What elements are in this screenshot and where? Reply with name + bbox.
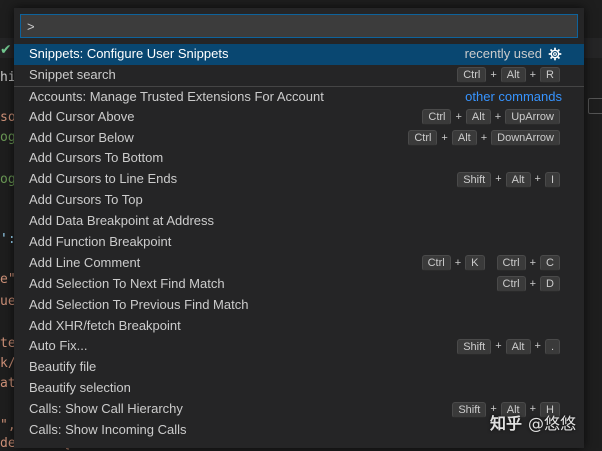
keybinding-key: Ctrl (421, 255, 451, 272)
keybinding-key: Alt (465, 109, 491, 126)
keybinding-key: Alt (451, 130, 477, 146)
command-item[interactable]: Beautify selection (14, 378, 584, 399)
command-item[interactable]: Add Selection To Next Find Match Ctrl + D (14, 274, 584, 295)
command-input[interactable] (21, 15, 577, 37)
watermark: 知乎 @悠悠 (490, 410, 576, 434)
keybinding-key: Ctrl (408, 130, 438, 146)
command-label: Calls: Show Call Hierarchy (29, 401, 183, 417)
command-item[interactable]: Add Cursors To Bottom (14, 148, 584, 169)
key-separator: + (454, 256, 462, 269)
command-item[interactable]: Add Cursors To Top (14, 190, 584, 211)
keybinding-key: K (465, 255, 485, 272)
command-label: Add Line Comment (29, 254, 141, 270)
keybinding-key: Shift (457, 338, 492, 355)
command-item[interactable]: Add Cursor Above Ctrl + Alt + UpArrow (14, 107, 584, 128)
keybinding-key: Ctrl (496, 276, 526, 293)
keybinding-key: R (540, 67, 560, 84)
command-meta: Shift + Alt + I (455, 169, 562, 190)
command-label: Add Cursors to Line Ends (29, 171, 178, 187)
key-separator: + (495, 340, 502, 353)
command-item[interactable]: Add XHR/fetch Breakpoint (14, 316, 584, 337)
command-meta: Shift + Alt +. (455, 336, 562, 357)
key-separator: + (529, 277, 537, 290)
command-label: Add XHR/fetch Breakpoint (29, 317, 181, 333)
key-separator: + (441, 131, 448, 144)
command-item[interactable]: Snippets: Configure User Snippets recentl… (14, 44, 584, 65)
keybinding-key: Alt (500, 67, 526, 84)
command-label: Snippets: Configure User Snippets (29, 46, 229, 61)
recently-used-label: recently used (464, 46, 542, 61)
command-label: Beautify file (29, 359, 97, 375)
command-item[interactable]: Snippet search Ctrl + Alt + R (14, 65, 584, 86)
command-label: Auto Fix... (29, 338, 88, 354)
command-item[interactable]: Accounts: Manage Trusted Extensions For … (14, 85, 584, 108)
gear-icon[interactable] (548, 47, 562, 61)
keybinding-key: Alt (505, 171, 531, 188)
command-item[interactable]: Add Line Comment Ctrl + K Ctrl + C (14, 253, 584, 274)
keybinding-key: DownArrow (491, 130, 560, 146)
command-item[interactable]: Add Cursors to Line Ends Shift + Alt + I (14, 169, 584, 190)
key-separator: + (480, 131, 488, 144)
command-meta: Ctrl + K Ctrl + C (420, 253, 562, 274)
command-label: Add Cursor Below (29, 129, 134, 145)
command-label: Snippet search (29, 66, 116, 82)
keybinding-key: Ctrl (422, 109, 452, 126)
keybinding-key: . (544, 338, 560, 355)
command-label: Add Function Breakpoint (29, 234, 172, 250)
command-label: Add Cursors To Bottom (29, 150, 164, 166)
other-commands-link[interactable]: other commands (465, 87, 562, 108)
command-palette: Snippets: Configure User Snippets recentl… (14, 8, 584, 448)
editor-panel-button[interactable] (588, 98, 602, 114)
keybinding-key: UpArrow (505, 109, 560, 126)
keybinding-key: Alt (505, 338, 531, 355)
command-meta: recently used (465, 44, 562, 65)
key-separator: + (490, 68, 497, 81)
keybinding-key: I (544, 171, 560, 188)
command-label: Beautify selection (29, 380, 131, 396)
key-separator: + (529, 68, 537, 81)
command-label: Add Data Breakpoint at Address (29, 213, 215, 229)
command-meta: Ctrl + D (495, 274, 563, 295)
keybinding-key: Ctrl (496, 255, 526, 272)
command-input-container (20, 14, 578, 38)
command-label: Calls: Show Incoming Calls (29, 422, 187, 438)
command-meta: Ctrl + Alt + DownArrow (406, 128, 562, 149)
key-separator: + (455, 110, 462, 123)
watermark-brand: 知乎 (490, 414, 523, 433)
keybinding-key: Shift (452, 401, 487, 418)
key-separator: + (534, 173, 541, 186)
command-meta: Ctrl + Alt + UpArrow (420, 107, 562, 128)
keybinding-key: Ctrl (457, 67, 487, 84)
command-list: Snippets: Configure User Snippets recentl… (14, 44, 584, 441)
command-label: Add Cursors To Top (29, 192, 143, 208)
keybinding-key: C (540, 255, 560, 272)
command-meta: Ctrl + Alt + R (455, 65, 562, 86)
key-separator: + (495, 173, 502, 186)
command-item[interactable]: Beautify file (14, 357, 584, 378)
check-icon: ✔ (0, 42, 12, 58)
command-label: Accounts: Manage Trusted Extensions For … (29, 88, 324, 104)
command-meta: other commands (465, 87, 562, 108)
key-separator: + (529, 256, 537, 269)
command-item[interactable]: Add Selection To Previous Find Match (14, 295, 584, 316)
command-item[interactable]: Add Cursor Below Ctrl + Alt + DownArrow (14, 128, 584, 149)
command-item[interactable]: Add Function Breakpoint (14, 232, 584, 253)
key-separator: + (494, 110, 502, 123)
command-label: Add Selection To Previous Find Match (29, 296, 249, 312)
keybinding-key: Shift (457, 171, 492, 188)
keybinding-key: D (540, 276, 560, 293)
command-item[interactable]: Auto Fix... Shift + Alt +. (14, 336, 584, 357)
command-label: Add Cursor Above (29, 108, 135, 124)
watermark-author: @悠悠 (528, 414, 577, 433)
command-item[interactable]: Add Data Breakpoint at Address (14, 211, 584, 232)
command-label: Add Selection To Next Find Match (29, 275, 225, 291)
key-separator: + (534, 340, 541, 353)
